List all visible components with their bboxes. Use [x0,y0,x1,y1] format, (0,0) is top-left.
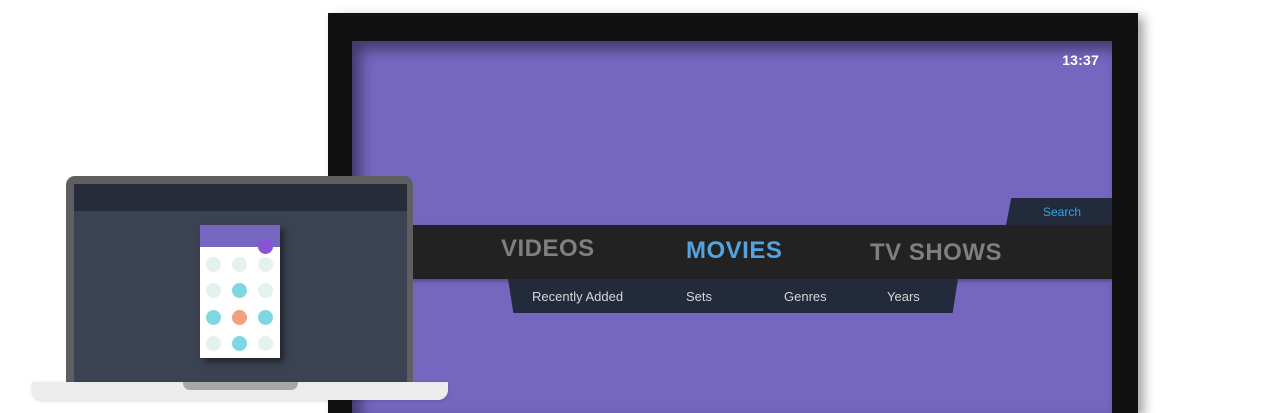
tv-frame: 13:37 Search VIDEOS MOVIES TV SHOWS Rece… [328,13,1138,413]
submenu: Recently Added Sets Genres Years [508,279,958,313]
tv-screen: 13:37 Search VIDEOS MOVIES TV SHOWS Rece… [352,41,1112,413]
menu-item-tv-shows[interactable]: TV SHOWS [870,239,1002,267]
remote-button-orange[interactable] [232,310,247,325]
menu-item-videos[interactable]: VIDEOS [501,235,595,263]
remote-button-light[interactable] [232,257,247,272]
remote-button-cyan[interactable] [258,310,273,325]
submenu-item-sets[interactable]: Sets [686,289,712,304]
search-label: Search [1042,204,1082,219]
search-button[interactable]: Search [1006,198,1112,225]
laptop-screen [74,184,407,386]
remote-button-light[interactable] [258,336,273,351]
clock: 13:37 [1062,52,1099,68]
remote-button-light[interactable] [258,283,273,298]
main-menu: VIDEOS MOVIES TV SHOWS [352,225,1112,279]
menu-item-movies[interactable]: MOVIES [686,237,782,265]
laptop-notch [183,382,298,390]
submenu-item-genres[interactable]: Genres [784,289,827,304]
remote-button-light[interactable] [258,257,273,272]
remote-button-cyan[interactable] [206,310,221,325]
remote-button-light[interactable] [206,257,221,272]
submenu-item-recently-added[interactable]: Recently Added [532,289,623,304]
laptop-top-bar [74,184,407,211]
submenu-item-years[interactable]: Years [887,289,920,304]
remote-app-window [200,225,280,358]
remote-button-light[interactable] [206,336,221,351]
laptop [66,176,413,386]
remote-button-light[interactable] [206,283,221,298]
remote-button-cyan[interactable] [232,336,247,351]
remote-button-cyan[interactable] [232,283,247,298]
remote-app-accent-dot [258,239,273,254]
